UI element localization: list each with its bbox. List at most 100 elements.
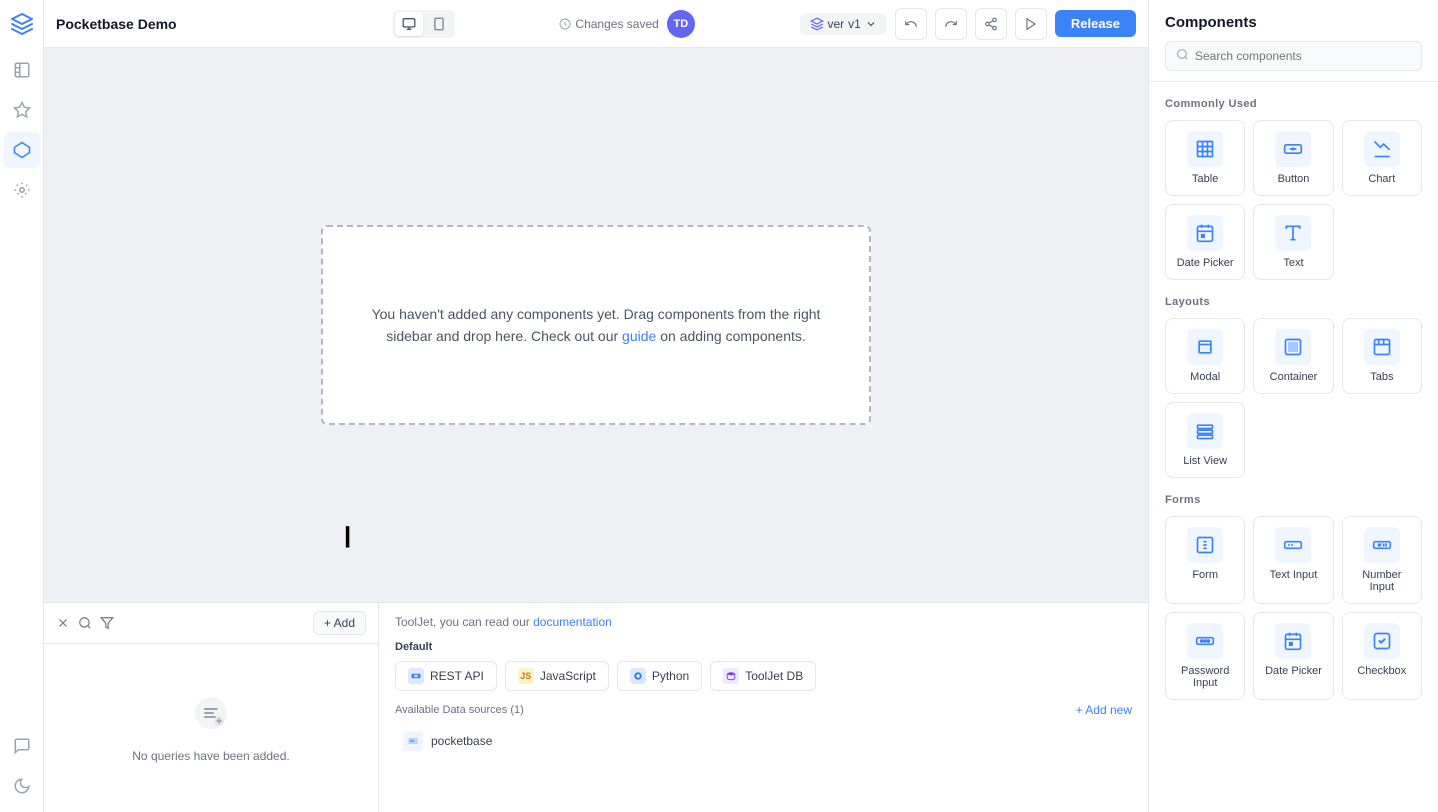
sidebar-item-chat[interactable]: [4, 728, 40, 764]
app-title: Pocketbase Demo: [56, 16, 385, 32]
share-btn[interactable]: [975, 8, 1007, 40]
ds-intro: ToolJet, you can read our documentation: [395, 615, 1132, 629]
documentation-link[interactable]: documentation: [533, 615, 612, 629]
available-datasources-header: Available Data sources (1) + Add new: [395, 703, 1132, 717]
desktop-view-btn[interactable]: [395, 12, 423, 36]
canvas[interactable]: You haven't added any components yet. Dr…: [44, 48, 1148, 602]
bottom-panel: + Add No queries have been added.: [44, 602, 1148, 812]
cursor: ▎: [346, 528, 360, 546]
component-tabs[interactable]: Tabs: [1342, 318, 1422, 394]
drop-zone[interactable]: You haven't added any components yet. Dr…: [321, 225, 871, 425]
date-picker-icon: [1187, 215, 1223, 251]
rest-api-btn[interactable]: REST API: [395, 661, 497, 691]
list-view-label: List View: [1183, 455, 1227, 467]
search-input[interactable]: [1195, 49, 1411, 63]
checkbox-icon: [1364, 623, 1400, 659]
javascript-icon: JS: [518, 668, 534, 684]
redo-btn[interactable]: [935, 8, 967, 40]
sidebar-content: Commonly Used Table Button C: [1149, 82, 1438, 812]
search-query-icon[interactable]: [78, 616, 92, 630]
query-toolbar: + Add: [44, 603, 378, 644]
component-form[interactable]: Form: [1165, 516, 1245, 604]
main-area: Pocketbase Demo Changes saved TD ver v1: [44, 0, 1148, 812]
pocketbase-datasource[interactable]: pocketbase: [395, 725, 1132, 757]
component-checkbox[interactable]: Checkbox: [1342, 612, 1422, 700]
modal-icon: [1187, 329, 1223, 365]
javascript-btn[interactable]: JS JavaScript: [505, 661, 609, 691]
query-empty-icon: [191, 693, 231, 741]
component-button[interactable]: Button: [1253, 120, 1333, 196]
undo-btn[interactable]: [895, 8, 927, 40]
button-comp-icon: [1275, 131, 1311, 167]
tabs-label: Tabs: [1370, 371, 1393, 383]
modal-label: Modal: [1190, 371, 1220, 383]
tooljet-db-btn[interactable]: ToolJet DB: [710, 661, 816, 691]
sidebar-item-components[interactable]: [4, 132, 40, 168]
component-date-picker-form[interactable]: Date Picker: [1253, 612, 1333, 700]
commonly-used-grid: Table Button Chart Date Pi: [1165, 120, 1422, 280]
version-selector[interactable]: ver v1: [800, 13, 887, 35]
sidebar-item-pages[interactable]: [4, 52, 40, 88]
text-input-label: Text Input: [1270, 569, 1318, 581]
mobile-view-btn[interactable]: [425, 12, 453, 36]
search-box[interactable]: [1165, 41, 1422, 71]
available-label: Available Data sources (1): [395, 704, 524, 716]
query-empty-state: No queries have been added.: [44, 644, 378, 812]
sidebar-item-moon[interactable]: [4, 768, 40, 804]
right-sidebar: Components Commonly Used Table: [1148, 0, 1438, 812]
release-button[interactable]: Release: [1055, 10, 1136, 37]
query-empty-text: No queries have been added.: [132, 749, 289, 763]
add-query-button[interactable]: + Add: [313, 611, 366, 635]
checkbox-label: Checkbox: [1357, 665, 1406, 677]
ds-buttons: REST API JS JavaScript Python: [395, 661, 1132, 691]
python-btn[interactable]: Python: [617, 661, 702, 691]
filter-icon[interactable]: [100, 616, 114, 630]
component-text-input[interactable]: Text Input: [1253, 516, 1333, 604]
button-label: Button: [1278, 173, 1310, 185]
form-label: Form: [1192, 569, 1218, 581]
text-comp-icon: [1275, 215, 1311, 251]
component-date-picker[interactable]: Date Picker: [1165, 204, 1245, 280]
guide-link[interactable]: guide: [622, 328, 656, 344]
datasource-panel: ToolJet, you can read our documentation …: [379, 603, 1148, 812]
header-center: Changes saved TD: [463, 10, 792, 38]
user-avatar[interactable]: TD: [667, 10, 695, 38]
list-view-icon: [1187, 413, 1223, 449]
left-sidebar: [0, 0, 44, 812]
component-list-view[interactable]: List View: [1165, 402, 1245, 478]
header-right: ver v1 Release: [800, 8, 1137, 40]
chart-icon: [1364, 131, 1400, 167]
sidebar-item-settings[interactable]: [4, 172, 40, 208]
container-icon: [1275, 329, 1311, 365]
component-modal[interactable]: Modal: [1165, 318, 1245, 394]
view-toggles: [393, 10, 455, 38]
rest-api-icon: [408, 668, 424, 684]
sidebar-header: Components: [1149, 0, 1438, 82]
filter-clear-icon[interactable]: [56, 616, 70, 630]
chart-label: Chart: [1368, 173, 1395, 185]
layouts-label: Layouts: [1165, 296, 1422, 308]
save-status: Changes saved: [559, 17, 658, 31]
layouts-grid: Modal Container Tabs List: [1165, 318, 1422, 478]
add-new-btn[interactable]: + Add new: [1076, 703, 1132, 717]
component-number-input[interactable]: Number Input: [1342, 516, 1422, 604]
app-logo: [6, 8, 38, 40]
pocketbase-icon: [403, 731, 423, 751]
password-input-icon: [1187, 623, 1223, 659]
component-password-input[interactable]: Password Input: [1165, 612, 1245, 700]
forms-grid: Form Text Input Number Input: [1165, 516, 1422, 700]
ds-default-label: Default: [395, 641, 1132, 653]
component-text[interactable]: Text: [1253, 204, 1333, 280]
sidebar-title: Components: [1165, 14, 1422, 31]
component-table[interactable]: Table: [1165, 120, 1245, 196]
preview-btn[interactable]: [1015, 8, 1047, 40]
component-container[interactable]: Container: [1253, 318, 1333, 394]
table-icon: [1187, 131, 1223, 167]
forms-label: Forms: [1165, 494, 1422, 506]
component-chart[interactable]: Chart: [1342, 120, 1422, 196]
date-picker-label: Date Picker: [1177, 257, 1234, 269]
search-icon: [1176, 48, 1189, 64]
sidebar-item-inspector[interactable]: [4, 92, 40, 128]
date-picker-form-icon: [1275, 623, 1311, 659]
number-input-icon: [1364, 527, 1400, 563]
